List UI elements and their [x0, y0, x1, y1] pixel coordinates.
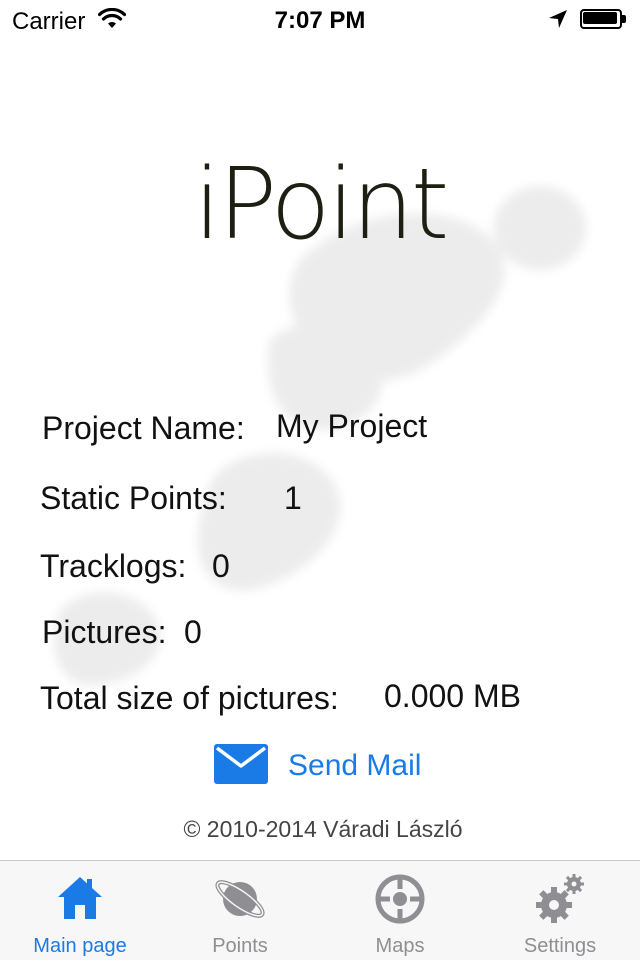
total-size-label: Total size of pictures:: [40, 680, 339, 716]
tab-bar: Main page Points Maps Settings: [0, 860, 640, 960]
static-points-label: Static Points:: [40, 480, 227, 516]
total-size-value: 0.000 MB: [384, 678, 521, 714]
tracklogs-value: 0: [212, 548, 230, 584]
tab-label: Points: [212, 935, 268, 957]
tab-label: Main page: [33, 935, 127, 957]
location-arrow-icon: [548, 9, 568, 34]
tab-settings[interactable]: Settings: [480, 861, 640, 961]
send-mail-button[interactable]: Send Mail: [214, 742, 421, 790]
project-name-value: My Project: [276, 408, 428, 444]
copyright-text: © 2010-2014 Váradi László: [183, 816, 463, 842]
envelope-icon: [214, 743, 268, 789]
send-mail-label: Send Mail: [288, 749, 422, 782]
tab-main-page[interactable]: Main page: [0, 861, 160, 961]
status-bar: Carrier 7:07 PM: [0, 0, 640, 40]
status-time: 7:07 PM: [274, 7, 366, 34]
static-points-value: 1: [284, 480, 302, 516]
pictures-value: 0: [184, 614, 202, 650]
app-logo: iPoint: [193, 148, 450, 262]
tab-label: Maps: [375, 935, 425, 957]
project-name-label: Project Name:: [42, 410, 245, 446]
tracklogs-label: Tracklogs:: [40, 548, 187, 584]
pictures-label: Pictures:: [42, 614, 167, 650]
battery-icon: [580, 9, 628, 29]
tab-label: Settings: [523, 935, 597, 957]
tab-maps[interactable]: Maps: [320, 861, 480, 961]
tab-points[interactable]: Points: [160, 861, 320, 961]
